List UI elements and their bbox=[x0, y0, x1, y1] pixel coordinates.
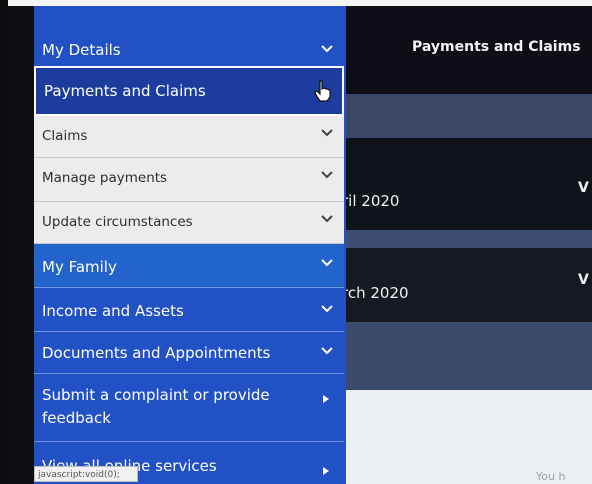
triangle-right-icon bbox=[322, 390, 330, 403]
sidebar-item-label: Claims bbox=[42, 128, 88, 144]
background-stripe bbox=[336, 94, 592, 138]
payment-card-view-link[interactable]: V bbox=[578, 180, 589, 196]
sidebar-item-label: My Details bbox=[42, 41, 121, 59]
sidebar-item-submit-complaint[interactable]: Submit a complaint or provide feedback bbox=[34, 374, 344, 442]
sidebar-item-label: Update circumstances bbox=[42, 214, 193, 230]
chevron-down-icon bbox=[320, 44, 334, 54]
triangle-right-icon bbox=[322, 462, 330, 475]
chevron-down-icon bbox=[320, 258, 334, 268]
sidebar-item-label: Documents and Appointments bbox=[42, 344, 271, 362]
page-title: Payments and Claims bbox=[412, 39, 581, 55]
chevron-down-icon bbox=[320, 214, 334, 224]
sidebar-item-label: Manage payments bbox=[42, 170, 168, 186]
sidebar-nav: My Details Payments and Claims Claims Ma… bbox=[34, 6, 346, 484]
chevron-down-icon bbox=[320, 346, 334, 356]
background-stripe bbox=[336, 322, 592, 390]
sidebar-item-my-family[interactable]: My Family bbox=[34, 244, 344, 288]
sidebar-subitem-manage-payments[interactable]: Manage payments bbox=[34, 158, 344, 202]
screen-bezel-left bbox=[0, 0, 8, 484]
chevron-down-icon bbox=[320, 304, 334, 314]
payment-card-date: rch 2020 bbox=[342, 284, 409, 302]
sidebar-item-payments-and-claims[interactable]: Payments and Claims bbox=[34, 66, 344, 116]
sidebar-subitem-claims[interactable]: Claims bbox=[34, 116, 344, 158]
chevron-down-icon bbox=[320, 128, 334, 138]
sidebar-item-label: Payments and Claims bbox=[44, 82, 206, 100]
payment-card-date: ril 2020 bbox=[342, 192, 400, 210]
sidebar-item-label: My Family bbox=[42, 258, 117, 276]
payment-card[interactable] bbox=[336, 138, 592, 230]
hand-cursor-icon bbox=[314, 80, 332, 102]
browser-status-bar: javascript:void(0); bbox=[34, 466, 138, 482]
background-stripe bbox=[336, 230, 592, 248]
sidebar-item-documents-and-appointments[interactable]: Documents and Appointments bbox=[34, 332, 344, 374]
sidebar-item-label: Submit a complaint or provide feedback bbox=[42, 386, 270, 427]
payment-card-view-link[interactable]: V bbox=[578, 272, 589, 288]
sidebar-subitem-update-circumstances[interactable]: Update circumstances bbox=[34, 202, 344, 244]
sidebar-item-label: Income and Assets bbox=[42, 302, 184, 320]
chevron-down-icon bbox=[320, 170, 334, 180]
sidebar-item-income-and-assets[interactable]: Income and Assets bbox=[34, 288, 344, 332]
info-panel-text: You h bbox=[536, 470, 566, 483]
